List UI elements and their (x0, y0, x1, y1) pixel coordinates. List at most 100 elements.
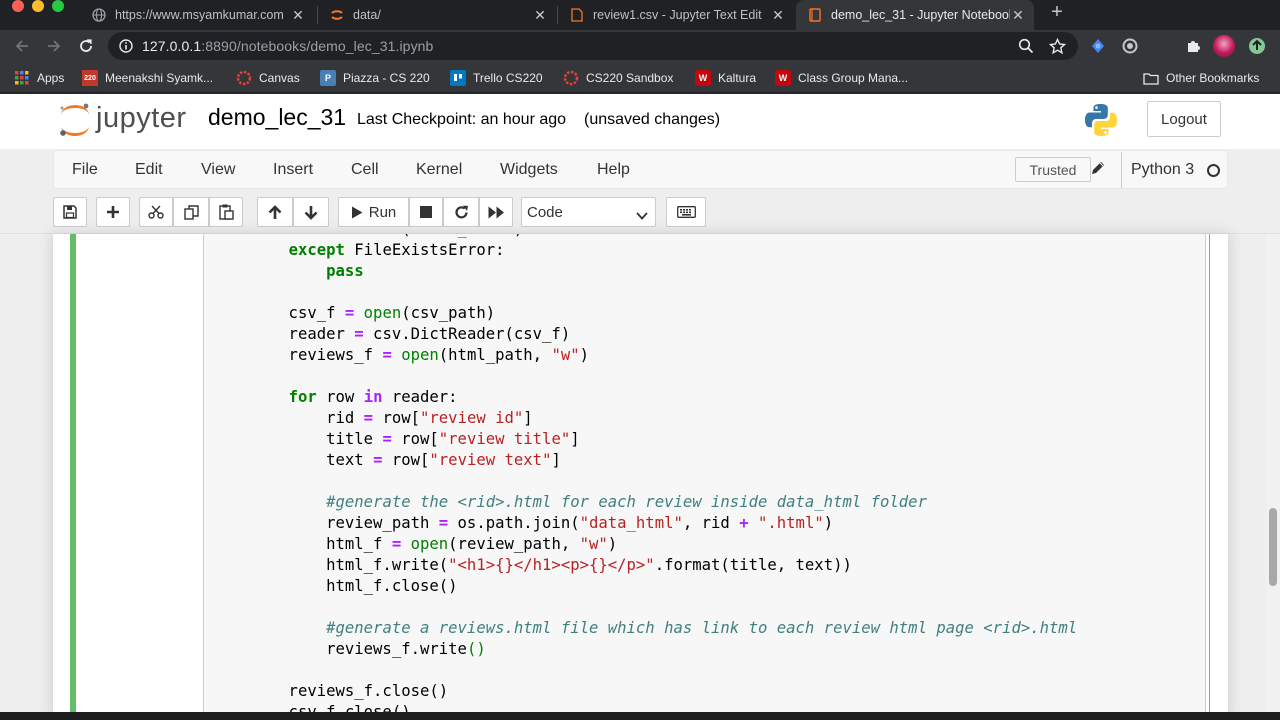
bookmark-piazza[interactable]: P Piazza - CS 220 (320, 68, 430, 88)
bookmark-trello[interactable]: Trello CS220 (450, 68, 543, 88)
bookmark-apps[interactable]: Apps (14, 68, 64, 88)
last-checkpoint: Last Checkpoint: an hour ago (357, 111, 567, 128)
address-bar[interactable]: 127.0.0.1:8890/notebooks/demo_lec_31.ipy… (108, 32, 1078, 60)
code-line: rid = row["review id"] (251, 409, 533, 427)
back-icon[interactable] (10, 34, 34, 58)
bookmark-label: Class Group Mana... (798, 71, 909, 85)
play-icon (351, 206, 363, 218)
scrollbar-thumb[interactable] (1269, 508, 1277, 586)
insert-cell-button[interactable] (96, 197, 130, 227)
menu-insert[interactable]: Insert (273, 161, 313, 179)
bookmark-class-group[interactable]: W Class Group Mana... (775, 68, 908, 88)
close-tab-icon[interactable]: ✕ (532, 7, 548, 24)
paste-button[interactable] (209, 197, 243, 227)
copy-button[interactable] (173, 197, 209, 227)
menu-file[interactable]: File (72, 161, 98, 179)
cut-button[interactable] (139, 197, 173, 227)
update-icon[interactable] (1246, 35, 1268, 57)
menu-view[interactable]: View (201, 161, 235, 179)
restart-run-all-button[interactable] (479, 197, 513, 227)
browser-toolbar: 127.0.0.1:8890/notebooks/demo_lec_31.ipy… (0, 30, 1280, 62)
bookmark-star-icon[interactable] (1048, 37, 1066, 55)
logout-button[interactable]: Logout (1147, 101, 1221, 137)
code-line: reviews_f.write() (251, 640, 486, 658)
browser-tab-msyamkumar[interactable]: https://www.msyamkumar.com ✕ (80, 0, 314, 30)
forward-icon[interactable] (42, 34, 66, 58)
extension-circle-icon[interactable] (1119, 35, 1141, 57)
kernel-idle-indicator-icon (1207, 164, 1220, 177)
restart-icon (454, 205, 468, 218)
browser-tab-data[interactable]: data/ ✕ (318, 0, 556, 30)
bookmark-cs220-sandbox[interactable]: CS220 Sandbox (563, 68, 673, 88)
cell-type-select[interactable]: Code (521, 197, 656, 227)
chevron-down-icon (636, 207, 648, 224)
uw-icon: W (695, 70, 711, 86)
menu-cell[interactable]: Cell (351, 161, 379, 179)
menu-edit[interactable]: Edit (135, 161, 163, 179)
bookmark-kaltura[interactable]: W Kaltura (695, 68, 756, 88)
bookmark-meenakshi[interactable]: 220 Meenakshi Syamk... (82, 68, 213, 88)
code-line: for row in reader: (288, 388, 458, 406)
code-editor[interactable]: os.mkdir("data_html") except FileExistsE… (251, 234, 1078, 719)
browser-tab-review1-csv[interactable]: review1.csv - Jupyter Text Edit ✕ (558, 0, 794, 30)
code-line: text = row["review text"] (251, 451, 561, 469)
bookmark-label: Kaltura (718, 71, 757, 85)
close-tab-icon[interactable]: ✕ (1010, 7, 1026, 24)
extensions-puzzle-icon[interactable] (1182, 35, 1204, 57)
kernel-name[interactable]: Python 3 (1121, 152, 1194, 188)
close-tab-icon[interactable]: ✕ (770, 7, 786, 24)
maximize-window-button[interactable] (52, 0, 64, 12)
reload-icon[interactable] (74, 34, 98, 58)
move-up-button[interactable] (257, 197, 293, 227)
command-palette-button[interactable] (666, 197, 706, 227)
unsaved-indicator: (unsaved changes) (584, 111, 721, 128)
plus-icon (107, 206, 119, 218)
jupyter-logo-icon[interactable] (58, 102, 92, 138)
close-tab-icon[interactable]: ✕ (290, 7, 306, 24)
move-down-button[interactable] (293, 197, 329, 227)
menu-help[interactable]: Help (597, 161, 630, 179)
stop-icon (420, 206, 432, 218)
url-path: :8890/notebooks/demo_lec_31.ipynb (201, 38, 434, 54)
minimize-window-button[interactable] (32, 0, 44, 12)
trusted-indicator[interactable]: Trusted (1015, 157, 1091, 182)
close-window-button[interactable] (12, 0, 24, 12)
bookmark-canvas[interactable]: Canvas (236, 68, 300, 88)
notebook-menubar: File Edit View Insert Cell Kernel Widget… (53, 150, 1228, 189)
jupyter-page: jupyter demo_lec_31 Last Checkpoint: an … (0, 94, 1280, 720)
code-cell-selected[interactable]: os.mkdir("data_html") except FileExistsE… (70, 234, 1210, 720)
arrow-down-icon (304, 205, 318, 220)
code-line: reviews_f = open(html_path, "w") (251, 346, 590, 364)
site-favicon-icon: 220 (82, 70, 98, 86)
menu-kernel[interactable]: Kernel (416, 161, 462, 179)
edit-pencil-icon[interactable] (1090, 160, 1106, 181)
arrow-up-icon (268, 204, 282, 219)
uw-icon: W (775, 70, 791, 86)
code-line: pass (326, 262, 364, 280)
page-scrollbar[interactable] (1266, 234, 1280, 720)
bookmark-label: Trello CS220 (473, 71, 543, 85)
other-bookmarks[interactable]: Other Bookmarks (1143, 68, 1259, 88)
bookmark-label: CS220 Sandbox (586, 71, 674, 85)
menu-widgets[interactable]: Widgets (500, 161, 558, 179)
browser-tab-demo-lec-31[interactable]: demo_lec_31 - Jupyter Notebook ✕ (796, 0, 1034, 30)
save-icon (63, 205, 77, 219)
bookmark-label: Canvas (259, 71, 300, 85)
profile-avatar[interactable] (1213, 35, 1235, 57)
new-tab-button[interactable]: + (1046, 2, 1068, 24)
extension-shield-icon[interactable] (1087, 35, 1109, 57)
zoom-icon[interactable] (1017, 37, 1035, 55)
jupyter-header: jupyter demo_lec_31 Last Checkpoint: an … (0, 94, 1280, 149)
jupyter-wordmark[interactable]: jupyter (96, 102, 187, 135)
code-line: reader = csv.DictReader(csv_f) (251, 325, 571, 343)
save-button[interactable] (53, 197, 87, 227)
run-button[interactable]: Run (338, 197, 409, 227)
restart-button[interactable] (443, 197, 479, 227)
interrupt-button[interactable] (409, 197, 443, 227)
notebook-name[interactable]: demo_lec_31 (208, 104, 346, 131)
code-input-area[interactable]: os.mkdir("data_html") except FileExistsE… (203, 234, 1206, 720)
apps-grid-icon (14, 70, 30, 86)
info-icon[interactable] (119, 39, 133, 58)
canvas-icon (236, 70, 252, 86)
